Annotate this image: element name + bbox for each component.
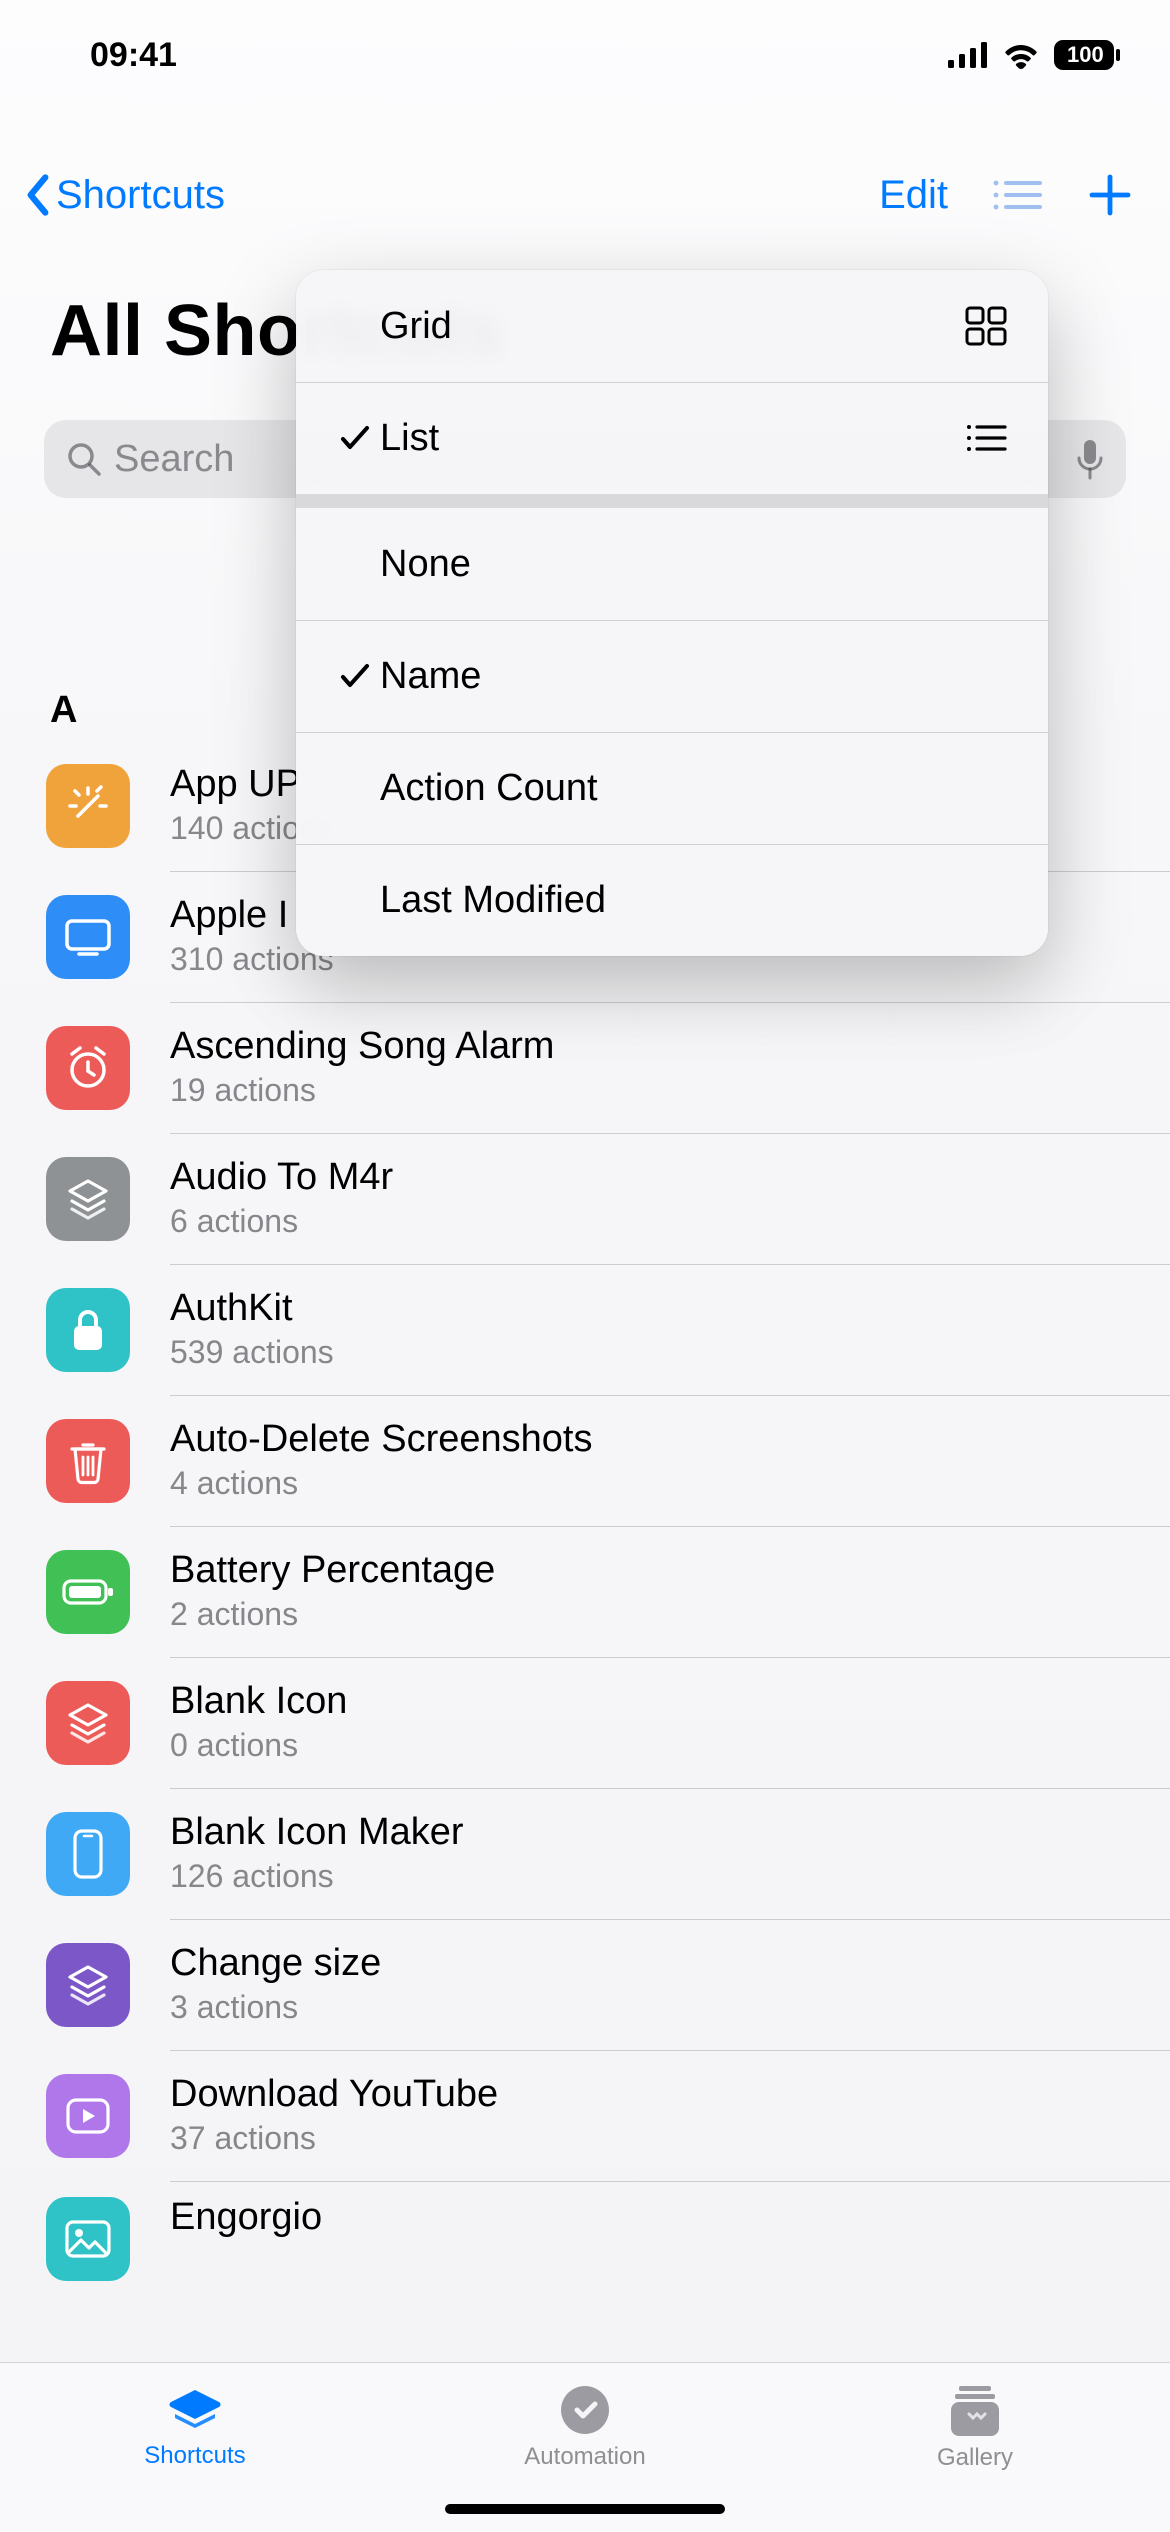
back-button[interactable]: Shortcuts	[24, 173, 225, 218]
tab-gallery[interactable]: Gallery	[780, 2363, 1170, 2490]
tab-label: Automation	[524, 2443, 645, 2471]
shortcut-texts: Audio To M4r 6 actions	[170, 1157, 393, 1240]
edit-button[interactable]: Edit	[879, 173, 948, 218]
shortcut-subtitle: 2 actions	[170, 1596, 495, 1633]
shortcut-title: Auto-Delete Screenshots	[170, 1419, 592, 1461]
shortcut-title: Engorgio	[170, 2197, 322, 2239]
shortcut-title: Change size	[170, 1943, 381, 1985]
nav-bar: Shortcuts Edit	[0, 150, 1170, 240]
shortcut-texts: Battery Percentage 2 actions	[170, 1550, 495, 1633]
menu-item-none[interactable]: None	[296, 508, 1048, 620]
checkmark-icon	[330, 661, 380, 691]
shortcut-texts: Blank Icon 0 actions	[170, 1681, 347, 1764]
status-time: 09:41	[90, 36, 177, 75]
shortcut-texts: Blank Icon Maker 126 actions	[170, 1812, 464, 1895]
shortcut-row[interactable]: Auto-Delete Screenshots 4 actions	[0, 1395, 1170, 1526]
shortcut-subtitle: 3 actions	[170, 1989, 381, 2026]
shortcut-icon	[46, 1157, 130, 1241]
menu-label: Action Count	[380, 767, 1008, 810]
list-icon	[964, 421, 1008, 455]
tab-automation[interactable]: Automation	[390, 2363, 780, 2490]
shortcut-title: Audio To M4r	[170, 1157, 393, 1199]
tab-label: Shortcuts	[144, 2442, 245, 2470]
shortcuts-icon	[165, 2384, 225, 2436]
view-options-button[interactable]	[990, 175, 1044, 215]
shortcut-subtitle: 19 actions	[170, 1072, 554, 1109]
shortcut-row[interactable]: AuthKit 539 actions	[0, 1264, 1170, 1395]
wifi-icon	[1002, 41, 1040, 69]
shortcut-title: Battery Percentage	[170, 1550, 495, 1592]
tab-label: Gallery	[937, 2444, 1013, 2472]
search-icon	[66, 441, 102, 477]
menu-label: None	[380, 543, 1008, 586]
chevron-left-icon	[24, 173, 52, 217]
home-indicator	[445, 2504, 725, 2514]
shortcut-icon	[46, 1681, 130, 1765]
shortcut-icon	[46, 1419, 130, 1503]
shortcut-texts: Ascending Song Alarm 19 actions	[170, 1026, 554, 1109]
menu-divider	[296, 494, 1048, 508]
status-bar: 09:41 100	[0, 0, 1170, 110]
shortcut-texts: Auto-Delete Screenshots 4 actions	[170, 1419, 592, 1502]
menu-label: List	[380, 417, 964, 460]
shortcut-title: Ascending Song Alarm	[170, 1026, 554, 1068]
back-label: Shortcuts	[56, 173, 225, 218]
shortcut-icon	[46, 1288, 130, 1372]
menu-item-list[interactable]: List	[296, 382, 1048, 494]
shortcut-texts: Download YouTube 37 actions	[170, 2074, 498, 2157]
checkmark-icon	[330, 423, 380, 453]
battery-percent: 100	[1067, 42, 1104, 68]
shortcut-row[interactable]: Change size 3 actions	[0, 1919, 1170, 2050]
menu-item-name[interactable]: Name	[296, 620, 1048, 732]
shortcut-icon	[46, 2074, 130, 2158]
gallery-icon	[945, 2382, 1005, 2438]
shortcut-icon	[46, 764, 130, 848]
shortcut-title: AuthKit	[170, 1288, 334, 1330]
shortcut-subtitle: 126 actions	[170, 1858, 464, 1895]
shortcut-title: Blank Icon	[170, 1681, 347, 1723]
tab-shortcuts[interactable]: Shortcuts	[0, 2363, 390, 2490]
shortcut-icon	[46, 1812, 130, 1896]
shortcut-title: Blank Icon Maker	[170, 1812, 464, 1854]
shortcut-icon	[46, 1550, 130, 1634]
shortcut-subtitle: 4 actions	[170, 1465, 592, 1502]
shortcuts-list: App UP140 actionsApple I310 actionsAscen…	[0, 740, 1170, 2291]
shortcut-subtitle: 6 actions	[170, 1203, 393, 1240]
view-sort-menu: Grid List None Name Action Count Last Mo…	[296, 270, 1048, 956]
menu-item-last-modified[interactable]: Last Modified	[296, 844, 1048, 956]
shortcut-row[interactable]: Ascending Song Alarm 19 actions	[0, 1002, 1170, 1133]
menu-label: Last Modified	[380, 879, 1008, 922]
battery-icon: 100	[1054, 40, 1120, 70]
shortcut-title: Download YouTube	[170, 2074, 498, 2116]
shortcut-subtitle: 539 actions	[170, 1334, 334, 1371]
shortcut-row[interactable]: Battery Percentage 2 actions	[0, 1526, 1170, 1657]
shortcut-subtitle: 0 actions	[170, 1727, 347, 1764]
shortcut-texts: AuthKit 539 actions	[170, 1288, 334, 1371]
menu-label: Grid	[380, 305, 964, 348]
shortcut-texts: Engorgio	[170, 2197, 322, 2239]
shortcut-row[interactable]: Engorgio	[0, 2181, 1170, 2291]
dictate-icon[interactable]	[1076, 438, 1104, 480]
menu-label: Name	[380, 655, 1008, 698]
menu-item-action-count[interactable]: Action Count	[296, 732, 1048, 844]
shortcut-icon	[46, 1026, 130, 1110]
shortcut-row[interactable]: Blank Icon Maker 126 actions	[0, 1788, 1170, 1919]
automation-icon	[558, 2383, 612, 2437]
shortcut-icon	[46, 895, 130, 979]
status-right: 100	[948, 40, 1120, 70]
grid-icon	[964, 305, 1008, 347]
shortcut-row[interactable]: Download YouTube 37 actions	[0, 2050, 1170, 2181]
shortcut-texts: Change size 3 actions	[170, 1943, 381, 2026]
shortcut-icon	[46, 2197, 130, 2281]
cellular-icon	[948, 42, 988, 68]
shortcut-icon	[46, 1943, 130, 2027]
shortcut-subtitle: 37 actions	[170, 2120, 498, 2157]
shortcut-row[interactable]: Audio To M4r 6 actions	[0, 1133, 1170, 1264]
menu-item-grid[interactable]: Grid	[296, 270, 1048, 382]
shortcut-row[interactable]: Blank Icon 0 actions	[0, 1657, 1170, 1788]
add-button[interactable]	[1086, 171, 1134, 219]
